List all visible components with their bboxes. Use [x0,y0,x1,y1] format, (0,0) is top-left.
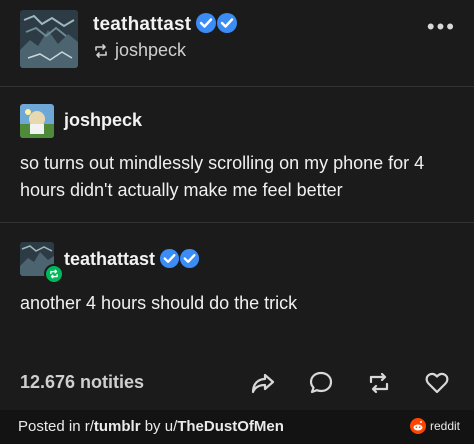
reblogger-avatar[interactable] [20,10,78,68]
reblogged-from-name: joshpeck [115,40,187,60]
tumblr-post-card: teathattast joshpeck ••• joshpeck so tur… [0,0,474,410]
verified-icon [159,248,200,269]
reblog-icon [95,43,107,58]
reblog-badge-icon [44,264,64,284]
reddit-logo: reddit [409,418,460,434]
reblogger-name-text: teathattast [93,14,192,35]
subreddit-link[interactable]: tumblr [94,418,141,435]
reddit-footer: Posted in r/tumblr by u/TheDustOfMen red… [0,410,474,444]
original-author-name[interactable]: joshpeck [64,110,142,131]
user-link[interactable]: TheDustOfMen [177,418,284,435]
reply-icon[interactable] [306,368,336,398]
reply-post-text: another 4 hours should do the trick [20,293,298,313]
posted-in-text: Posted in r/tumblr by u/TheDustOfMen [18,418,284,435]
reply-author-name-text: teathattast [64,249,156,269]
footer-prefix: Posted in r/ [18,418,94,435]
reblogger-name[interactable]: teathattast [93,12,239,36]
reblog-action-icon[interactable] [364,368,394,398]
footer-by: by u/ [140,418,178,435]
divider [0,86,474,87]
reply-author-name[interactable]: teathattast [64,248,201,270]
like-icon[interactable] [422,368,452,398]
original-post-text: so turns out mindlessly scrolling on my … [20,153,425,200]
share-icon[interactable] [248,368,278,398]
original-author-avatar[interactable] [20,104,54,138]
reblogged-from[interactable]: joshpeck [93,40,186,61]
reddit-icon [409,418,426,434]
more-icon[interactable]: ••• [427,16,456,38]
verified-icon [196,13,238,33]
reddit-wordmark: reddit [429,419,460,433]
divider [0,222,474,223]
notes-count[interactable]: 12.676 notities [20,372,144,393]
